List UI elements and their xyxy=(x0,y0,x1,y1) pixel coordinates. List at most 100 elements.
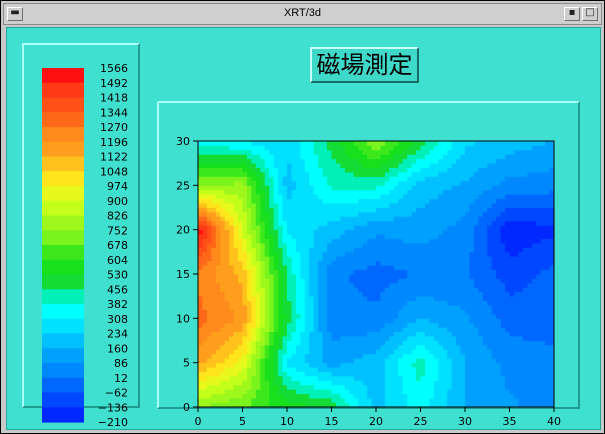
contour-cell xyxy=(273,149,279,155)
contour-cell xyxy=(340,242,346,248)
contour-cell xyxy=(451,349,457,355)
contour-cell xyxy=(215,389,221,395)
contour-cell xyxy=(273,207,279,213)
contour-cell xyxy=(282,398,288,403)
contour-cell xyxy=(206,163,212,168)
contour-cell xyxy=(322,291,328,297)
contour-cell xyxy=(473,220,479,226)
contour-cell xyxy=(433,349,439,355)
contour-cell xyxy=(327,238,332,244)
contour-cell xyxy=(438,291,444,297)
contour-cell xyxy=(318,322,323,328)
contour-cell xyxy=(367,141,372,146)
contour-cell xyxy=(246,141,252,146)
contour-cell xyxy=(531,211,537,217)
contour-cell xyxy=(509,349,515,355)
contour-cell xyxy=(211,141,217,146)
contour-cell xyxy=(509,238,515,244)
contour-cell xyxy=(295,358,301,364)
contour-cell xyxy=(340,393,346,399)
contour-cell xyxy=(380,309,386,315)
contour-cell xyxy=(309,313,315,319)
contour-cell xyxy=(229,353,234,359)
contour-cell xyxy=(269,207,275,213)
contour-cell xyxy=(264,318,270,324)
contour-cell xyxy=(407,145,412,151)
contour-cell xyxy=(389,180,395,186)
contour-cell xyxy=(460,291,466,297)
contour-cell xyxy=(362,393,368,399)
contour-cell xyxy=(505,256,510,262)
contour-cell xyxy=(531,287,537,293)
contour-cell xyxy=(487,234,493,239)
contour-cell xyxy=(349,256,355,262)
contour-cell xyxy=(411,353,417,359)
contour-cell xyxy=(482,242,488,248)
contour-cell xyxy=(304,238,310,244)
contour-cell xyxy=(487,189,493,195)
contour-cell xyxy=(473,353,479,359)
contour-cell xyxy=(518,158,524,164)
contour-cell xyxy=(362,318,368,324)
contour-cell xyxy=(260,256,266,262)
contour-cell xyxy=(318,149,323,155)
contour-cell xyxy=(482,207,488,213)
contour-cell xyxy=(456,344,461,350)
contour-cell xyxy=(545,389,550,395)
contour-cell xyxy=(540,296,546,301)
contour-cell xyxy=(198,313,203,319)
contour-cell xyxy=(291,149,297,155)
contour-cell xyxy=(540,358,546,364)
contour-cell xyxy=(233,211,239,217)
contour-cell xyxy=(295,141,301,146)
contour-cell xyxy=(264,260,270,266)
contour-cell xyxy=(376,172,381,177)
contour-cell xyxy=(438,185,444,191)
contour-cell xyxy=(384,344,390,350)
contour-cell xyxy=(215,141,221,146)
contour-cell xyxy=(291,238,297,244)
contour-cell xyxy=(353,300,359,306)
maximize-button[interactable]: □ xyxy=(582,7,598,21)
contour-cell xyxy=(456,242,461,248)
contour-cell xyxy=(233,362,239,368)
contour-cell xyxy=(255,309,261,315)
contour-cell xyxy=(545,375,550,381)
contour-cell xyxy=(327,362,332,368)
contour-cell xyxy=(380,141,386,146)
contour-cell xyxy=(393,349,399,355)
contour-cell xyxy=(522,336,528,341)
contour-cell xyxy=(215,353,221,359)
contour-cell xyxy=(309,260,315,266)
contour-cell xyxy=(384,211,390,217)
contour-cell xyxy=(251,172,257,177)
contour-cell xyxy=(304,309,310,315)
contour-cell xyxy=(505,216,510,222)
contour-cell xyxy=(264,305,270,310)
contour-cell xyxy=(469,185,475,191)
contour-cell xyxy=(260,305,266,310)
contour-cell xyxy=(491,185,497,191)
contour-cell xyxy=(456,371,461,377)
contour-cell xyxy=(206,393,212,399)
contour-cell xyxy=(327,282,332,288)
contour-cell xyxy=(300,189,306,195)
contour-cell xyxy=(318,194,323,200)
title-bar[interactable]: ▬ XRT/3d ▪ □ xyxy=(3,3,602,25)
contour-cell xyxy=(509,389,515,395)
iconify-button[interactable]: ▪ xyxy=(564,7,580,21)
contour-cell xyxy=(389,194,395,200)
contour-cell xyxy=(456,322,461,328)
contour-cell xyxy=(362,300,368,306)
contour-cell xyxy=(327,274,332,279)
contour-cell xyxy=(224,278,230,284)
contour-cell xyxy=(198,358,203,364)
contour-cell xyxy=(229,242,234,248)
contour-cell xyxy=(260,353,266,359)
contour-cell xyxy=(540,340,546,346)
contour-cell xyxy=(367,327,372,333)
contour-cell xyxy=(233,344,239,350)
contour-cell xyxy=(340,207,346,213)
contour-cell xyxy=(269,194,275,200)
contour-cell xyxy=(202,389,208,395)
